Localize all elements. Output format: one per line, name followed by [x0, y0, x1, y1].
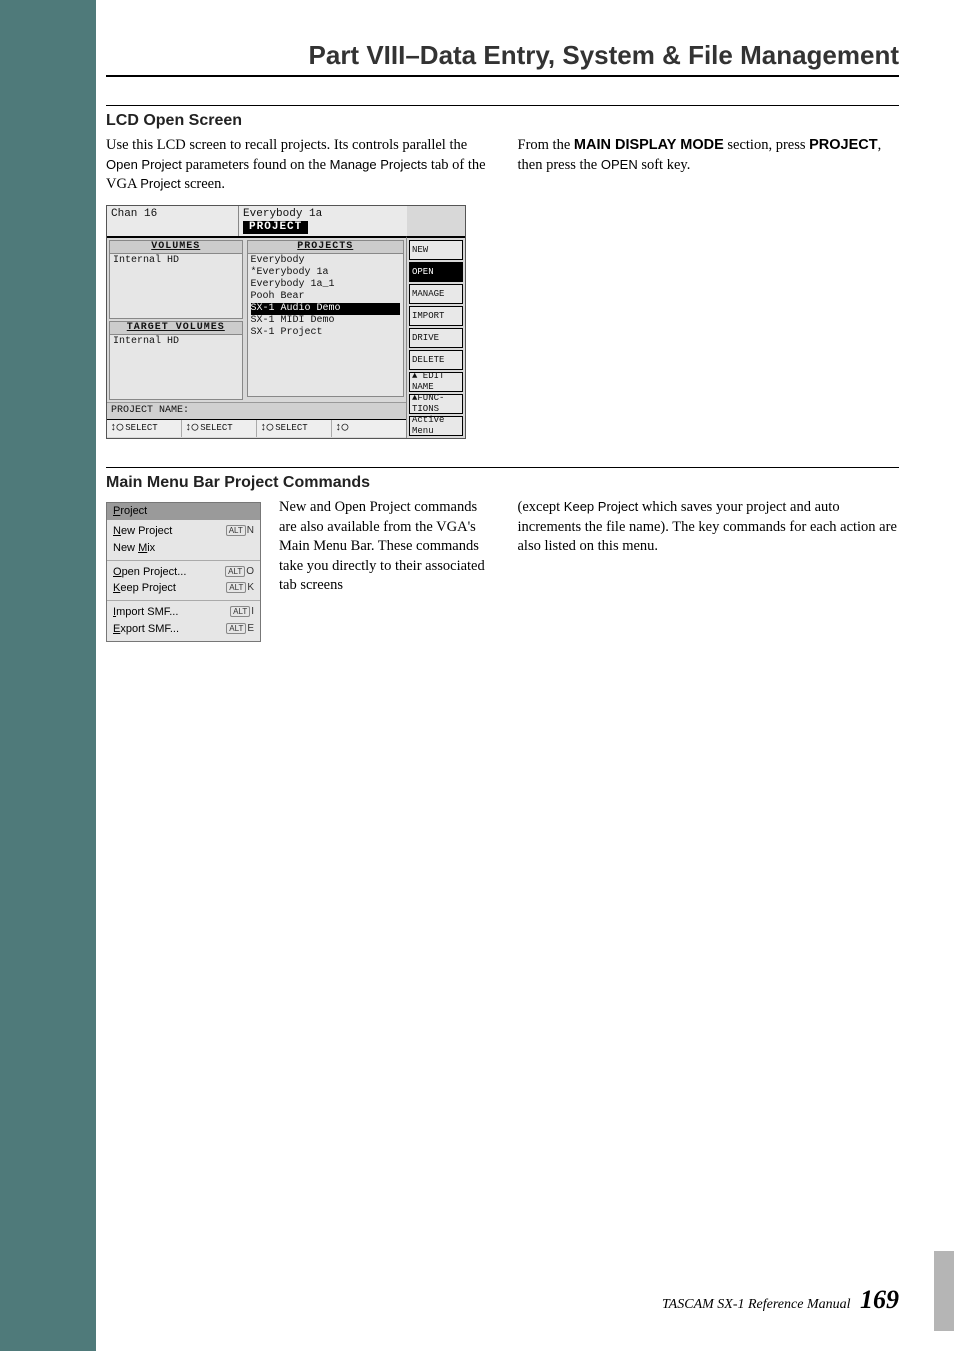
panel-projects-head: PROJECTS [248, 241, 403, 254]
s1-ui-manage-projects: Manage Projects [330, 157, 428, 172]
s1-ui-project: Project [140, 176, 180, 191]
section-lcd-open: LCD Open Screen Use this LCD screen to r… [106, 105, 899, 439]
lcd-tab-project: PROJECT [243, 221, 308, 234]
panel-volumes-head: VOLUMES [110, 241, 242, 254]
s2-right-a: (except [518, 499, 564, 515]
softkey: OPEN [409, 262, 463, 282]
menu-title-rest: roject [120, 505, 147, 517]
menu-item: Export SMF...ALTE [107, 621, 260, 638]
softkey: DRIVE [409, 328, 463, 348]
mm-left-col: Project New ProjectALTNNew MixOpen Proje… [106, 498, 488, 642]
s1-right-ui: OPEN [601, 157, 638, 172]
project-list-item: SX-1 Project [251, 327, 400, 339]
s1-left-text-b: parameters found on the [182, 157, 330, 173]
project-name-label: PROJECT NAME: [107, 402, 406, 419]
footer-page: 169 [860, 1285, 899, 1314]
s1-right-b2: PROJECT [809, 137, 878, 153]
thumb-tab [934, 1251, 954, 1331]
s1-right-b1: MAIN DISPLAY MODE [574, 137, 724, 153]
encoder: ↕◯SELECT [107, 420, 182, 437]
lcd-open-right-col: From the MAIN DISPLAY MODE section, pres… [518, 136, 900, 439]
project-list-item: Everybody [251, 255, 400, 267]
softkey: NEW [409, 240, 463, 260]
part-header: Part VIII–Data Entry, System & File Mana… [106, 40, 899, 77]
menu-screenshot: Project New ProjectALTNNew MixOpen Proje… [106, 502, 261, 642]
softkey: DELETE [409, 350, 463, 370]
softkey: IMPORT [409, 306, 463, 326]
panel-projects: PROJECTS Everybody*Everybody 1aEverybody… [247, 240, 404, 397]
mm-mid-text: New and Open Project commands are also a… [279, 498, 488, 642]
project-list-item: Pooh Bear [251, 291, 400, 303]
mm-right-col: (except Keep Project which saves your pr… [518, 498, 900, 642]
menu-item: Import SMF...ALTI [107, 604, 260, 621]
softkey: ▲ EDIT NAME [409, 372, 463, 392]
s1-right-b: section, press [724, 137, 809, 153]
s1-right-a: From the [518, 137, 574, 153]
section-main-menu: Main Menu Bar Project Commands Project N… [106, 467, 899, 642]
lcd-screenshot: Chan 16 Everybody 1a PROJECT [106, 205, 466, 439]
panel-target-volumes: TARGET VOLUMES Internal HD [109, 321, 243, 400]
part-title: Part VIII–Data Entry, System & File Mana… [106, 40, 899, 71]
menu-title: Project [107, 503, 260, 520]
panel-volumes: VOLUMES Internal HD [109, 240, 243, 319]
softkey: Active Menu [409, 416, 463, 436]
menu-group: New ProjectALTNNew Mix [107, 520, 260, 560]
panel-target-head: TARGET VOLUMES [110, 322, 242, 335]
page-footer: TASCAM SX-1 Reference Manual 169 [662, 1285, 899, 1315]
target-item: Internal HD [113, 336, 239, 348]
s1-ui-open-project: Open Project [106, 157, 182, 172]
softkey: MANAGE [409, 284, 463, 304]
encoder: ↕◯SELECT [257, 420, 332, 437]
footer-book: TASCAM SX-1 Reference Manual [662, 1297, 851, 1312]
s1-left-text-a: Use this LCD screen to recall projects. … [106, 137, 467, 153]
project-list-item: *Everybody 1a [251, 267, 400, 279]
s1-right-d: soft key. [638, 157, 691, 173]
softkey: ▲FUNC- TIONS [409, 394, 463, 414]
s1-left-text-d: screen. [181, 176, 225, 192]
s2-right-ui: Keep Project [564, 499, 638, 514]
menu-item: Keep ProjectALTK [107, 580, 260, 597]
section-title-mm: Main Menu Bar Project Commands [106, 467, 899, 492]
encoder: ↕◯SELECT [182, 420, 257, 437]
project-list-item: Everybody 1a_1 [251, 279, 400, 291]
project-list-item: SX-1 Audio Demo [251, 303, 400, 315]
encoder: ↕◯ [332, 420, 406, 437]
lcd-open-left-col: Use this LCD screen to recall projects. … [106, 136, 488, 439]
lcd-chan: Chan 16 [107, 206, 239, 236]
menu-item: New ProjectALTN [107, 523, 260, 540]
lcd-project-title: Everybody 1a [243, 208, 403, 221]
menu-item: Open Project...ALTO [107, 564, 260, 581]
volumes-item: Internal HD [113, 255, 239, 267]
menu-group: Import SMF...ALTIExport SMF...ALTE [107, 600, 260, 641]
page-content: Part VIII–Data Entry, System & File Mana… [96, 0, 954, 670]
section-title-lcd: LCD Open Screen [106, 105, 899, 130]
menu-group: Open Project...ALTOKeep ProjectALTK [107, 560, 260, 601]
left-sidebar [0, 0, 96, 1351]
menu-item: New Mix [107, 540, 260, 557]
project-list-item: SX-1 MIDI Demo [251, 315, 400, 327]
